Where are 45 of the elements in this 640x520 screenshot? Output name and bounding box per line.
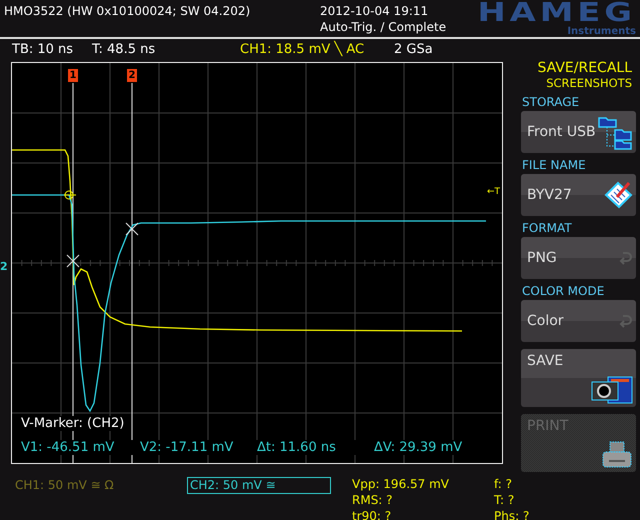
cursor-readout: ΔV: 29.39 mV: [374, 440, 462, 455]
menu-select-button[interactable]: Front USB: [521, 111, 636, 153]
measurement: T: ?: [494, 493, 516, 508]
cursor-readout: V2: -17.11 mV: [140, 440, 234, 455]
measurement: tr90: ?: [352, 509, 392, 520]
menu-select-button[interactable]: Color: [521, 300, 636, 342]
channel-scale[interactable]: CH1: 50 mV ≅ Ω: [12, 477, 178, 494]
menu-section-label: FORMAT: [522, 221, 573, 235]
cycle-icon: [617, 313, 633, 329]
instrument-model: HMO3522 (HW 0x10100024; SW 04.202): [3, 3, 252, 20]
camera-icon: [591, 376, 633, 404]
measurement: RMS: ?: [352, 493, 394, 508]
cursor-readout: V1: -46.51 mV: [21, 440, 116, 455]
trigger-level-marker: ←T: [487, 187, 500, 197]
scope-setting: T: 48.5 ns: [92, 42, 156, 56]
scope-setting: CH1: 18.5 mV ╲ AC: [240, 42, 366, 56]
measurement: Vpp: 196.57 mV: [352, 477, 450, 492]
brand-subtitle: Instruments: [567, 26, 636, 37]
menu-select-button[interactable]: PNG: [521, 237, 636, 279]
menu-title: SAVE/RECALL: [536, 60, 633, 76]
menu-section-label: FILE NAME: [522, 158, 587, 172]
cursor-cross-icon: [66, 254, 80, 268]
menu-section-label: STORAGE: [522, 95, 580, 109]
cycle-icon: [617, 250, 633, 266]
marker-flag[interactable]: 1: [68, 69, 78, 82]
brand-logo: HAMEG: [478, 0, 636, 26]
measurement: Phs: ?: [494, 509, 530, 520]
scope-setting: 2 GSa: [394, 42, 433, 56]
channel-scale[interactable]: CH2: 50 mV ≅: [187, 477, 331, 494]
measurement: f: ?: [494, 477, 514, 492]
scope-setting: TB: 10 ns: [12, 42, 74, 56]
printer-icon: [601, 441, 633, 469]
menu-section-label: COLOR MODE: [522, 284, 606, 298]
trigger-status: Auto-Trig. / Complete: [320, 19, 448, 35]
channel-marker: 2: [0, 260, 8, 273]
marker-flag[interactable]: 2: [127, 69, 137, 82]
trigger-point-icon: [64, 190, 76, 200]
menu-subtitle: SCREENSHOTS: [545, 76, 633, 90]
date-time: 2012-10-04 19:11: [320, 3, 430, 19]
notepad-icon: [603, 179, 633, 211]
cursor-cross-icon: [126, 222, 138, 236]
menu-action-button[interactable]: SAVE: [521, 349, 636, 407]
menu-select-button[interactable]: BYV27: [521, 174, 636, 216]
cursor-title: V-Marker: (CH2): [21, 416, 124, 431]
cursor-readout: Δt: 11.60 ns: [257, 440, 337, 455]
